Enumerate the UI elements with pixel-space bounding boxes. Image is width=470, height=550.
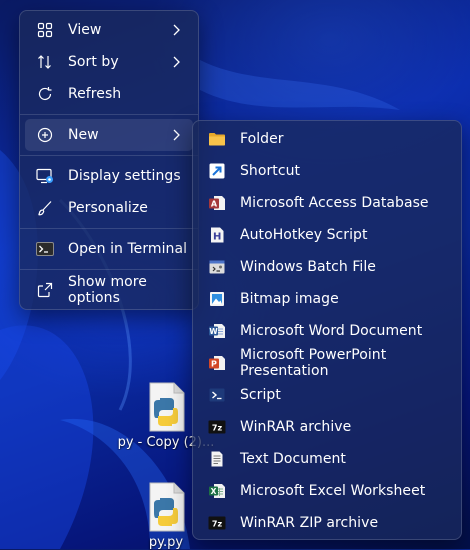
shortcut-icon: [207, 161, 227, 181]
menu-item-label: Sort by: [68, 54, 119, 70]
new-item-folder[interactable]: Folder: [197, 123, 457, 155]
new-submenu: Folder Shortcut A Microsoft Access Datab…: [192, 120, 462, 540]
menu-item-new[interactable]: New: [25, 119, 193, 151]
menu-item-label: New: [68, 127, 99, 143]
script-icon: [207, 385, 227, 405]
bitmap-icon: [207, 289, 227, 309]
word-icon: W: [207, 321, 227, 341]
new-item-label: AutoHotkey Script: [240, 227, 368, 243]
sort-icon: [35, 52, 55, 72]
winrar-zip-icon: 7z: [207, 513, 227, 533]
menu-separator: [20, 155, 198, 156]
new-item-label: WinRAR archive: [240, 419, 352, 435]
new-item-shortcut[interactable]: Shortcut: [197, 155, 457, 187]
chevron-right-icon: [173, 24, 180, 36]
menu-separator: [20, 228, 198, 229]
svg-text:7z: 7z: [212, 424, 223, 433]
svg-text:X: X: [211, 487, 217, 496]
new-item-label: Microsoft PowerPoint Presentation: [240, 347, 387, 379]
terminal-icon: [35, 239, 55, 259]
python-file-icon: [146, 482, 186, 532]
new-item-script[interactable]: Script: [197, 379, 457, 411]
menu-item-label: Personalize: [68, 200, 148, 216]
menu-item-label: View: [68, 22, 102, 38]
text-document-icon: [207, 449, 227, 469]
new-item-label: WinRAR ZIP archive: [240, 515, 379, 531]
new-item-text-document[interactable]: Text Document: [197, 443, 457, 475]
new-item-windows-batch-file[interactable]: Windows Batch File: [197, 251, 457, 283]
svg-text:7z: 7z: [212, 520, 223, 529]
menu-item-label: Display settings: [68, 168, 181, 184]
new-item-label: Script: [240, 387, 281, 403]
new-item-word-document[interactable]: W Microsoft Word Document: [197, 315, 457, 347]
menu-item-open-in-terminal[interactable]: Open in Terminal: [25, 233, 193, 265]
display-icon: [35, 166, 55, 186]
winrar-icon: 7z: [207, 417, 227, 437]
new-item-winrar-zip-archive[interactable]: 7z WinRAR ZIP archive: [197, 507, 457, 539]
svg-text:W: W: [209, 327, 218, 336]
menu-item-label: Refresh: [68, 86, 122, 102]
refresh-icon: [35, 84, 55, 104]
plus-circle-icon: [35, 125, 55, 145]
new-item-autohotkey-script[interactable]: H AutoHotkey Script: [197, 219, 457, 251]
grid-icon: [35, 20, 55, 40]
svg-text:A: A: [211, 200, 218, 209]
menu-item-show-more-options[interactable]: Show more options: [25, 274, 193, 306]
svg-text:P: P: [211, 360, 217, 369]
new-item-winrar-archive[interactable]: 7z WinRAR archive: [197, 411, 457, 443]
new-item-bitmap-image[interactable]: Bitmap image: [197, 283, 457, 315]
desktop-context-menu: View Sort by Refresh New Display setting…: [19, 10, 199, 310]
chevron-right-icon: [173, 129, 180, 141]
menu-item-refresh[interactable]: Refresh: [25, 78, 193, 110]
new-item-label: Microsoft Access Database: [240, 195, 429, 211]
autohotkey-icon: H: [207, 225, 227, 245]
access-icon: A: [207, 193, 227, 213]
new-item-label: Text Document: [240, 451, 346, 467]
new-item-label: Shortcut: [240, 163, 301, 179]
batch-file-icon: [207, 257, 227, 277]
menu-item-label: Open in Terminal: [68, 241, 188, 257]
folder-icon: [207, 129, 227, 149]
python-file-icon: [146, 382, 186, 432]
new-item-powerpoint-presentation[interactable]: P Microsoft PowerPoint Presentation: [197, 347, 457, 379]
menu-item-personalize[interactable]: Personalize: [25, 192, 193, 224]
brush-icon: [35, 198, 55, 218]
menu-separator: [20, 114, 198, 115]
new-item-label: Microsoft Excel Worksheet: [240, 483, 426, 499]
new-item-label: Windows Batch File: [240, 259, 376, 275]
menu-item-label: Show more options: [68, 274, 147, 306]
menu-item-view[interactable]: View: [25, 14, 193, 46]
menu-item-display-settings[interactable]: Display settings: [25, 160, 193, 192]
powerpoint-icon: P: [207, 353, 227, 373]
chevron-right-icon: [173, 56, 180, 68]
excel-icon: X: [207, 481, 227, 501]
svg-text:H: H: [213, 232, 221, 243]
menu-separator: [20, 269, 198, 270]
new-item-label: Microsoft Word Document: [240, 323, 423, 339]
share-icon: [35, 280, 55, 300]
menu-item-sort-by[interactable]: Sort by: [25, 46, 193, 78]
new-item-label: Folder: [240, 131, 284, 147]
new-item-label: Bitmap image: [240, 291, 339, 307]
new-item-excel-worksheet[interactable]: X Microsoft Excel Worksheet: [197, 475, 457, 507]
new-item-access-database[interactable]: A Microsoft Access Database: [197, 187, 457, 219]
